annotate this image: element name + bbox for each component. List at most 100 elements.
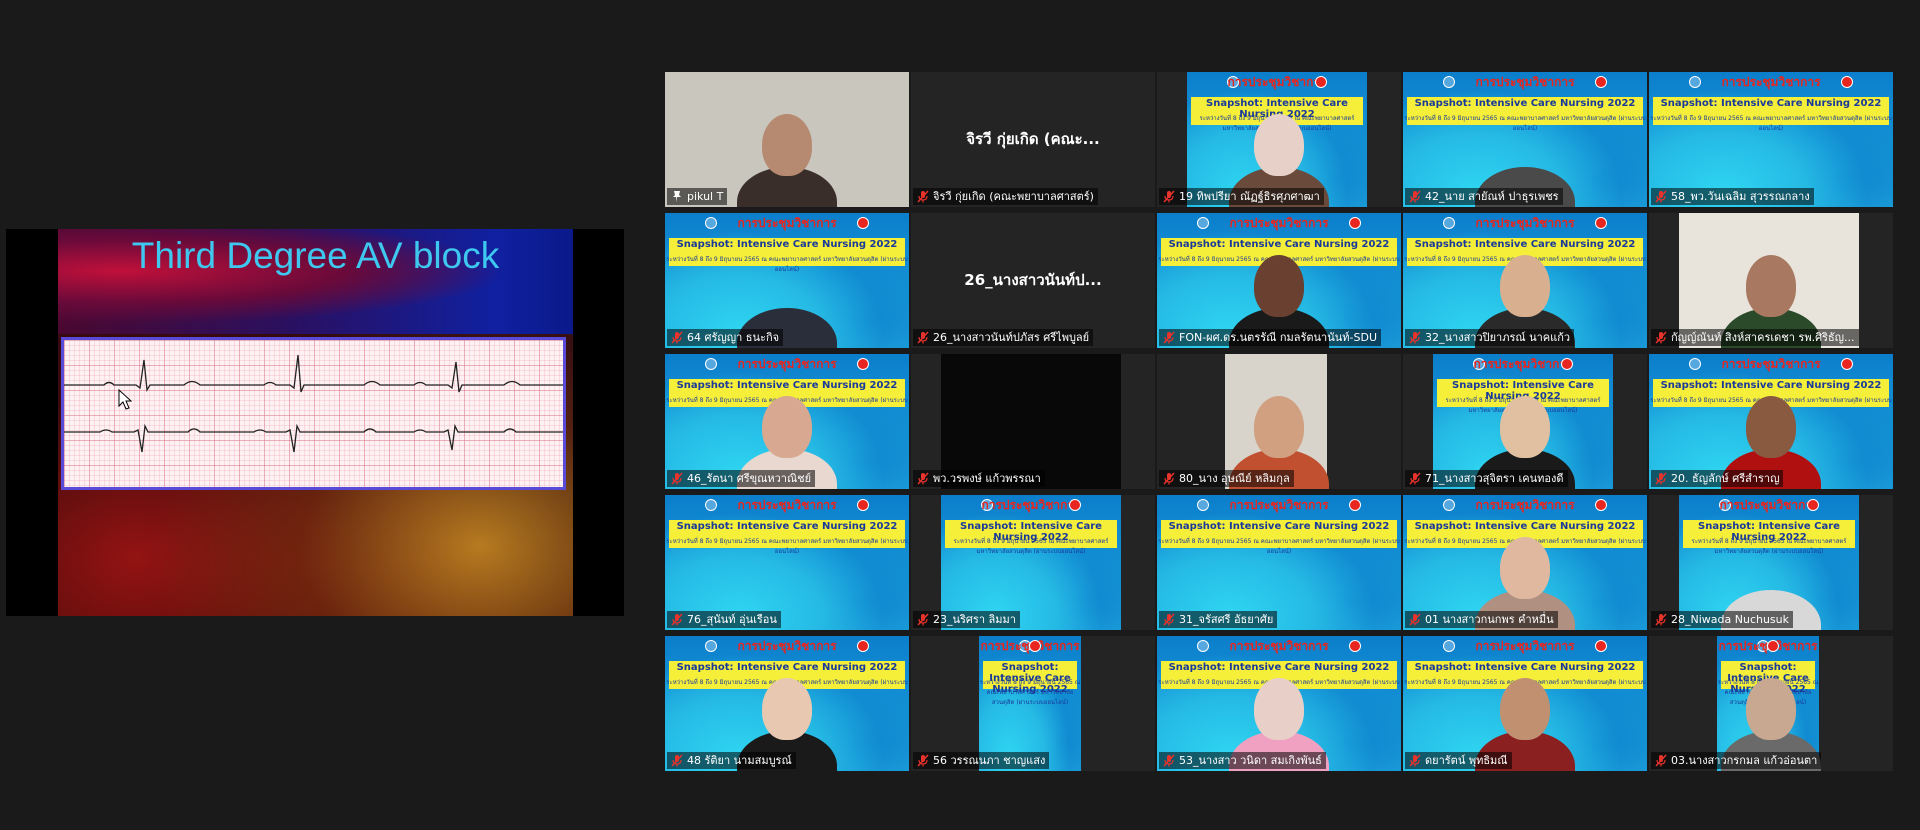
participant-tile[interactable]: pikul T (665, 72, 909, 207)
mic-muted-icon (917, 190, 929, 203)
participant-face (1746, 396, 1796, 458)
participant-name: 80_นาง อุษณีย์ หลิมกุล (1179, 472, 1290, 485)
banner-heading: การประชุมวิชาการ (1475, 498, 1575, 512)
banner-heading: การประชุมวิชาการ (1229, 498, 1329, 512)
participant-display-name: 26_นางสาวนันท์ป... (964, 271, 1102, 289)
logo-icon (1069, 499, 1081, 511)
participant-tile[interactable]: การประชุมวิชาการSnapshot: Intensive Care… (665, 213, 909, 348)
virtual-background: การประชุมวิชาการSnapshot: Intensive Care… (665, 495, 909, 630)
participant-name-label: 31_จรัสศรี อัธยาศัย (1159, 611, 1278, 628)
participant-tile[interactable]: การประชุมวิชาการSnapshot: Intensive Care… (665, 354, 909, 489)
slide-title: Third Degree AV block (131, 235, 500, 276)
participant-name-label: 32_นางสาวปิยาภรณ์ นาคแก้ว (1405, 329, 1575, 346)
participant-name: 58_พว.วันเฉลิม สุวรรณกลาง (1671, 190, 1810, 203)
participant-tile[interactable]: การประชุมวิชาการ Snapshot: Intensive Care… (665, 636, 909, 771)
participant-tile[interactable]: 26_นางสาวนันท์ป... 26_นางสาวนันท์ปภัสร ศร… (911, 213, 1155, 348)
participant-name-label: 28_Niwada Nuchusuk (1651, 611, 1794, 628)
mic-muted-icon (671, 754, 683, 767)
pin-icon (673, 191, 681, 202)
participant-tile[interactable]: การประชุมวิชาการSnapshot: Intensive Care… (1649, 354, 1893, 489)
banner-heading: การประชุมวิชาการ (737, 639, 837, 653)
participant-tile[interactable]: การประชุมวิชาการSnapshot: Intensive Care… (1649, 495, 1893, 630)
participant-name: 26_นางสาวนันท์ปภัสร ศรีไพบูลย์ (933, 331, 1090, 344)
logo-icon (1595, 499, 1607, 511)
virtual-background: การประชุมวิชาการSnapshot: Intensive Care… (979, 636, 1081, 771)
participant-tile[interactable]: การประชุมวิชาการSnapshot: Intensive Care… (1157, 213, 1401, 348)
participant-tile[interactable]: การประชุมวิชาการSnapshot: Intensive Care… (1649, 636, 1893, 771)
banner-detail: ระหว่างวันที่ 8 ถึง 9 มิถุนายน 2565 ณ คณ… (1158, 538, 1400, 555)
banner-detail: ระหว่างวันที่ 8 ถึง 9 มิถุนายน 2565 ณ คณ… (1691, 538, 1847, 555)
participant-tile[interactable]: การประชุมวิชาการSnapshot: Intensive Care… (1403, 636, 1647, 771)
logo-icon (1595, 76, 1607, 88)
mic-muted-icon (1655, 613, 1667, 626)
participant-name: 48 รัติยา นามสมบูรณ์ (687, 754, 792, 767)
logo-icon (1349, 217, 1361, 229)
participant-display-name: จิรวี กุ่ยเกิด (คณะ... (966, 130, 1100, 148)
participant-name: พว.วรพงษ์ แก้วพรรณา (933, 472, 1041, 485)
participant-name-label: 48 รัติยา นามสมบูรณ์ (667, 752, 796, 769)
participant-name-label: 64 ศรัญญา ธนะกิจ (667, 329, 784, 346)
banner-subtitle: Snapshot: Intensive Care Nursing 2022 (676, 239, 898, 250)
participant-face (1254, 396, 1304, 458)
banner-heading: การประชุมวิชาการ (981, 498, 1081, 512)
participant-name: 64 ศรัญญา ธนะกิจ (687, 331, 780, 344)
participant-name-label: 03.นางสาวกรกมล แก้วอ่อนตา (1651, 752, 1822, 769)
banner-subtitle: Snapshot: Intensive Care Nursing 2022 (1414, 239, 1636, 250)
banner-subtitle: Snapshot: Intensive Care Nursing 2022 (1660, 380, 1882, 391)
participant-name: 71_นางสาวสุจิตรา เคนทองดี (1425, 472, 1564, 485)
participant-face (1254, 114, 1304, 176)
participant-name-label: 23_นริศรา ลิมมา (913, 611, 1020, 628)
banner-heading: การประชุมวิชาการ (1475, 75, 1575, 89)
mic-muted-icon (917, 472, 929, 485)
mic-muted-icon (1409, 754, 1421, 767)
participant-name-label: 01 นางสาวกนกพร คำหมื่น (1405, 611, 1558, 628)
participant-name: จิรวี กุ่ยเกิด (คณะพยาบาลศาสตร์) (933, 190, 1094, 203)
mic-muted-icon (671, 331, 683, 344)
mic-muted-icon (917, 331, 929, 344)
banner-subtitle: Snapshot: Intensive Care Nursing 2022 (1414, 98, 1636, 109)
mic-muted-icon (1163, 190, 1175, 203)
participant-tile[interactable]: 80_นาง อุษณีย์ หลิมกุล (1157, 354, 1401, 489)
mic-muted-icon (1163, 472, 1175, 485)
participant-name-label: ดยารัตน์ พุทธิมณี (1405, 752, 1512, 769)
participant-name: FON-ผศ.ดร.นตรรัณี กมลรัตนานันท์-SDU (1179, 331, 1377, 344)
camera-video (941, 354, 1121, 489)
participant-tile[interactable]: การประชุมวิชาการ Snapshot: Intensive Care… (1403, 72, 1647, 207)
logo-icon (1315, 76, 1327, 88)
participant-tile[interactable]: การประชุมวิชาการSnapshot: Intensive Care… (1157, 636, 1401, 771)
participant-tile[interactable]: การประชุมวิชาการSnapshot: Intensive Care… (1157, 495, 1401, 630)
participant-name-label: 71_นางสาวสุจิตรา เคนทองดี (1405, 470, 1568, 487)
participant-tile[interactable]: กัญญ์ณันท์ สิงห์สาครเดชา รพ.ศิริธัญ... (1649, 213, 1893, 348)
participant-tile[interactable]: จิรวี กุ่ยเกิด (คณะ... จิรวี กุ่ยเกิด (คณ… (911, 72, 1155, 207)
participant-name-label: 26_นางสาวนันท์ปภัสร ศรีไพบูลย์ (913, 329, 1094, 346)
logo-icon (1561, 358, 1573, 370)
banner-subtitle: Snapshot: Intensive Care Nursing 2022 (1660, 98, 1882, 109)
participant-tile[interactable]: การประชุมวิชาการSnapshot: Intensive Care… (911, 495, 1155, 630)
mic-muted-icon (1409, 613, 1421, 626)
participant-tile[interactable]: การประชุมวิชาการSnapshot: Intensive Care… (665, 495, 909, 630)
mic-muted-icon (1655, 331, 1667, 344)
participant-tile[interactable]: การประชุมวิชาการSnapshot: Intensive Care… (1157, 72, 1401, 207)
participant-tile[interactable]: การประชุมวิชาการSnapshot: Intensive Care… (1403, 354, 1647, 489)
ecg-strip (61, 337, 566, 490)
participant-tile[interactable]: การประชุมวิชาการSnapshot: Intensive Care… (1649, 72, 1893, 207)
participant-name: 03.นางสาวกรกมล แก้วอ่อนตา (1671, 754, 1818, 767)
participant-name-label: 56 วรรณนภา ชาญแสง (913, 752, 1050, 769)
participant-tile[interactable]: พว.วรพงษ์ แก้วพรรณา (911, 354, 1155, 489)
participant-face (762, 678, 812, 740)
banner-heading: การประชุมวิชาการ (1229, 639, 1329, 653)
banner-subtitle: Snapshot: Intensive Care Nursing 2022 (676, 662, 898, 673)
participant-name: 53_นางสาว วนิดา สมเกิงพันธ์ (1179, 754, 1322, 767)
logo-icon (1767, 640, 1779, 652)
logo-icon (857, 217, 869, 229)
logo-icon (857, 640, 869, 652)
participant-name: 01 นางสาวกนกพร คำหมื่น (1425, 613, 1554, 626)
mic-muted-icon (1655, 754, 1667, 767)
logo-icon (1841, 76, 1853, 88)
banner-subtitle: Snapshot: Intensive Care Nursing 2022 (676, 380, 898, 391)
participant-tile[interactable]: การประชุมวิชาการSnapshot: Intensive Care… (911, 636, 1155, 771)
participant-name-label: 76_สุนันท์ อุ่นเรือน (667, 611, 781, 628)
participant-tile[interactable]: การประชุมวิชาการSnapshot: Intensive Care… (1403, 495, 1647, 630)
participant-tile[interactable]: การประชุมวิชาการSnapshot: Intensive Care… (1403, 213, 1647, 348)
participant-name-label: 80_นาง อุษณีย์ หลิมกุล (1159, 470, 1294, 487)
